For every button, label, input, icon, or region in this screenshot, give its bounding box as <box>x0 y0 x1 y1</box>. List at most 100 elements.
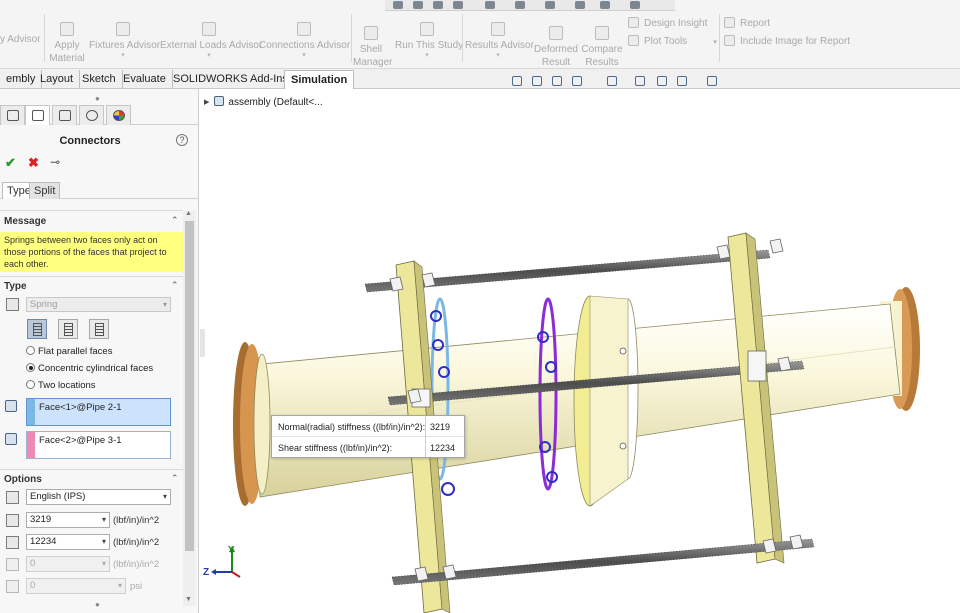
study-advisor-button[interactable]: y Advisor <box>0 33 42 46</box>
previous-view-icon[interactable] <box>550 74 563 86</box>
panel-bottom-grip[interactable]: ● <box>95 600 100 609</box>
toolbar-icon[interactable] <box>453 1 463 9</box>
shell-manager-button[interactable]: Shell Manager <box>353 26 392 69</box>
tab-feature-manager[interactable] <box>0 105 25 125</box>
shear-stiffness-value: 12234 <box>30 536 57 547</box>
face2-value: Face<2>@Pipe 3-1 <box>39 435 122 446</box>
radio-concentric-cylindrical-faces[interactable]: Concentric cylindrical faces <box>26 363 153 374</box>
toolbar-icon[interactable] <box>485 1 495 9</box>
pin-button[interactable]: ⊸ <box>50 155 60 169</box>
chevron-down-icon: ▾ <box>162 492 167 501</box>
radio-dot <box>26 380 35 389</box>
tab-solidworks-addins[interactable]: SOLIDWORKS Add-Ins <box>167 70 295 89</box>
radio-two-locations[interactable]: Two locations <box>26 380 96 391</box>
chevron-down-icon: ▾ <box>121 52 125 59</box>
plot-tools-button[interactable]: Plot Tools ▾ <box>628 35 717 50</box>
help-icon[interactable]: ? <box>176 134 188 146</box>
hide-show-icon[interactable] <box>655 74 668 86</box>
units-dropdown[interactable]: English (IPS) ▾ <box>26 489 171 505</box>
tab-property-manager[interactable] <box>25 105 50 125</box>
toolbar-icon[interactable] <box>600 1 610 9</box>
compression-tension-spring-button[interactable] <box>89 319 109 339</box>
options-group-header[interactable]: Options <box>4 474 42 485</box>
panel-grip[interactable]: ● <box>95 94 100 103</box>
face1-selection-box[interactable]: Face<1>@Pipe 2-1 <box>26 398 171 426</box>
include-image-button[interactable]: Include Image for Report <box>724 35 850 49</box>
ribbon-divider <box>44 14 45 62</box>
connections-advisor-button[interactable]: Connections Advisor ▾ <box>259 22 350 60</box>
ok-button[interactable]: ✔ <box>5 155 16 171</box>
toolbar-icon[interactable] <box>515 1 525 9</box>
chevron-up-icon[interactable]: ⌃ <box>171 473 179 484</box>
toolbar-icon[interactable] <box>433 1 443 9</box>
message-group-header[interactable]: Message <box>4 216 46 227</box>
scroll-down-icon[interactable]: ▼ <box>185 596 192 603</box>
units-icon <box>6 491 19 504</box>
external-loads-advisor-button[interactable]: External Loads Advisor ▾ <box>160 22 262 60</box>
chevron-up-icon[interactable]: ⌃ <box>171 280 179 291</box>
normal-stiffness-unit: (lbf/in)/in^2 <box>113 515 160 526</box>
tab-split[interactable]: Split <box>29 182 61 199</box>
toolbar-icon[interactable] <box>413 1 423 9</box>
camera-icon <box>724 35 735 46</box>
property-manager: ● Connectors ? ✔ ✖ ⊸ Type Split ▲ ▼ Mess… <box>0 89 199 613</box>
run-study-button[interactable]: Run This Study ▾ <box>395 22 463 60</box>
tab-evaluate[interactable]: Evaluate <box>117 70 173 89</box>
compare-icon <box>595 26 609 40</box>
results-advisor-button[interactable]: Results Advisor ▾ <box>465 22 534 60</box>
fixtures-advisor-button[interactable]: Fixtures Advisor ▾ <box>89 22 161 60</box>
tab-sketch[interactable]: Sketch <box>76 70 123 89</box>
triad-axes <box>211 546 241 578</box>
assembly-model[interactable] <box>200 89 960 613</box>
connector-type-dropdown[interactable]: Spring ▾ <box>26 297 171 312</box>
face2-selection-box[interactable]: Face<2>@Pipe 3-1 <box>26 431 171 459</box>
bending-stiffness-field[interactable]: 0 ▾ <box>26 556 110 572</box>
section-view-icon[interactable] <box>570 74 583 86</box>
chevron-down-icon: ▾ <box>302 52 306 59</box>
cancel-button[interactable]: ✖ <box>28 155 39 171</box>
preload-field[interactable]: 0 ▾ <box>26 578 126 594</box>
tab-configuration-manager[interactable] <box>52 105 77 125</box>
display-style-icon[interactable] <box>633 74 646 86</box>
report-button[interactable]: Report <box>724 17 770 31</box>
toolbar-icon[interactable] <box>575 1 585 9</box>
shear-stiffness-field[interactable]: 12234 ▾ <box>26 534 110 550</box>
zoom-area-icon[interactable] <box>530 74 543 86</box>
tab-layout[interactable]: Layout <box>34 70 81 89</box>
compare-results-button[interactable]: Compare Results <box>580 26 624 69</box>
tab-simulation[interactable]: Simulation <box>284 70 355 89</box>
tab-dimxpert[interactable] <box>79 105 104 125</box>
connection-icon <box>297 22 311 36</box>
triad-z-label: Z <box>203 567 210 578</box>
design-insight-button[interactable]: Design Insight <box>628 17 707 31</box>
tab-display-manager[interactable] <box>106 105 131 125</box>
configuration-icon <box>59 110 71 121</box>
radio-dot <box>26 346 35 355</box>
scrollbar-thumb[interactable] <box>185 221 194 551</box>
tooltip-normal-label: Normal(radial) stiffness ((lbf/in)/in^2)… <box>278 422 426 432</box>
compression-spring-button[interactable] <box>27 319 47 339</box>
display-settings-icon[interactable] <box>705 74 718 86</box>
toolbar-icon[interactable] <box>393 1 403 9</box>
chevron-down-icon: ▾ <box>713 39 717 46</box>
apply-material-button[interactable]: Apply Material <box>47 22 87 65</box>
scroll-up-icon[interactable]: ▲ <box>185 210 192 217</box>
radio-flat-parallel-faces[interactable]: Flat parallel faces <box>26 346 112 357</box>
panel-scrollbar[interactable]: ▲ ▼ <box>183 210 196 606</box>
type-group-header[interactable]: Type <box>4 281 27 292</box>
radio-label: Two locations <box>38 380 96 391</box>
appearance-icon[interactable] <box>675 74 688 86</box>
zoom-to-fit-icon[interactable] <box>510 74 523 86</box>
fixtures-advisor-label: Fixtures Advisor <box>89 40 161 51</box>
graphics-area[interactable]: ▶ assembly (Default<... Normal(radial) s… <box>200 89 960 613</box>
chevron-up-icon[interactable]: ⌃ <box>171 215 179 226</box>
view-orientation-icon[interactable] <box>605 74 618 86</box>
command-tabs: embly Layout Sketch Evaluate SOLIDWORKS … <box>0 69 960 89</box>
normal-stiffness-field[interactable]: 3219 ▾ <box>26 512 110 528</box>
deformed-result-button[interactable]: Deformed Result <box>533 26 579 69</box>
tension-spring-button[interactable] <box>58 319 78 339</box>
panel-title: Connectors <box>59 135 121 147</box>
toolbar-icon[interactable] <box>545 1 555 9</box>
toolbar-icon[interactable] <box>630 1 640 9</box>
tooltip-shear-label: Shear stiffness ((lbf/in)/in^2): <box>278 443 393 453</box>
